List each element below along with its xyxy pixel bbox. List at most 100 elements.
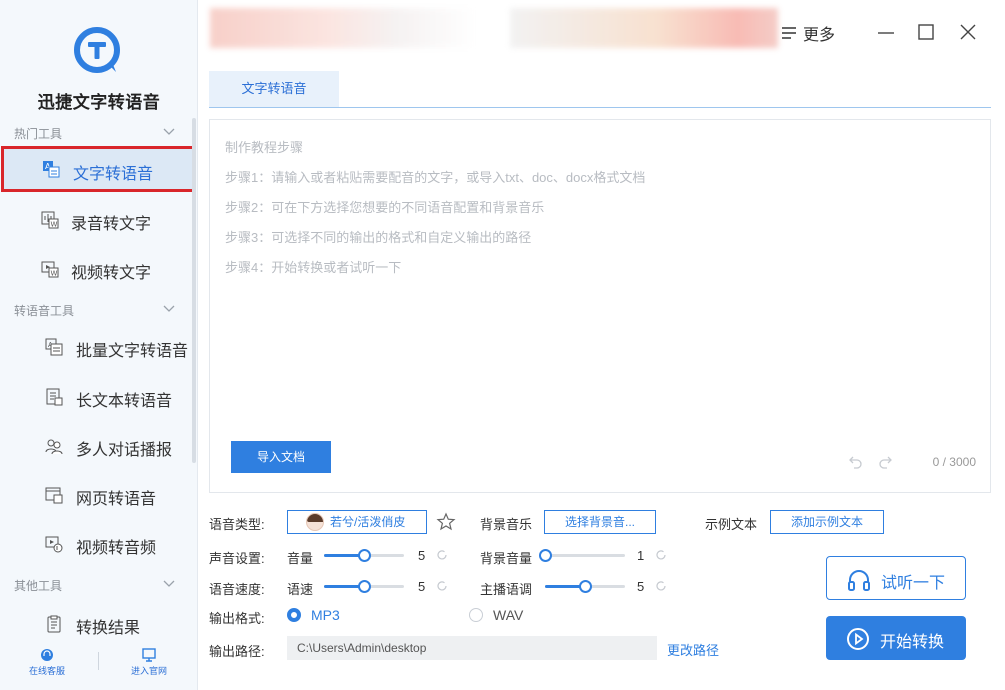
sidebar-item-dialogue[interactable]: 多人对话播报 [0,423,196,469]
minimize-icon[interactable] [876,22,896,42]
start-conversion-label: 开始转换 [880,634,945,651]
sidebar-item-video-to-text[interactable]: W 视频转文字 [0,246,196,292]
footer-divider [98,652,99,670]
tab-text-to-speech[interactable]: 文字转语音 [209,71,339,107]
select-background-music-button[interactable]: 选择背景音... [544,510,656,534]
reset-icon[interactable] [436,549,448,561]
more-menu-button[interactable]: 更多 [781,22,835,44]
video-to-audio-icon [45,536,63,553]
online-support-link[interactable]: 在线客服 [17,648,77,677]
redo-icon[interactable] [877,454,893,470]
character-counter: 0 / 3000 [932,455,976,469]
maximize-icon[interactable] [916,22,936,42]
sidebar-item-label: 转换结果 [76,620,141,637]
blurred-banner-right [510,8,778,48]
section-hot-tools[interactable]: 热门工具 [0,121,198,145]
batch-tts-icon: A [45,338,63,356]
app-logo-icon [74,27,120,73]
sidebar-item-results[interactable]: 转换结果 [0,601,196,647]
add-sample-text-button[interactable]: 添加示例文本 [770,510,884,534]
volume-value: 5 [418,548,426,563]
speech-speed-label: 语音速度: [209,582,265,597]
svg-text:W: W [51,221,58,229]
guide-step-3: 步骤3：可选择不同的输出的格式和自定义输出的路径 [225,230,532,245]
chevron-down-icon [163,580,175,587]
sidebar-item-label: 文字转语音 [73,166,154,183]
speed-slider[interactable] [324,580,404,593]
reset-icon[interactable] [655,549,667,561]
video-to-text-icon: W [41,261,59,278]
sidebar-item-label: 批量文字转语音 [76,343,189,360]
speed-value: 5 [418,579,426,594]
undo-icon[interactable] [848,454,864,470]
volume-slider[interactable] [324,549,404,562]
volume-label: 音量 [287,551,314,566]
sidebar: 迅捷文字转语音 热门工具 A 文字转语音 W 录音转文字 W 视频转文字 转语音… [0,0,198,690]
menu-lines-icon [782,27,796,39]
output-path-label: 输出路径: [209,644,265,659]
sidebar-item-batch-tts[interactable]: A 批量文字转语音 [0,324,196,370]
output-path-field[interactable]: C:\Users\Admin\desktop [287,636,657,660]
sidebar-item-label: 网页转语音 [76,491,157,508]
speed-sub-label: 语速 [287,582,314,597]
chevron-down-icon [163,305,175,312]
format-wav-label[interactable]: WAV [493,607,523,623]
background-volume-slider-knob[interactable] [539,549,552,562]
background-volume-label: 背景音量 [480,551,533,566]
favorite-star-icon[interactable] [436,512,456,532]
background-volume-value: 1 [637,548,645,563]
sample-text-label: 示例文本 [705,517,758,532]
section-label: 转语音工具 [14,304,75,318]
tab-underline [209,107,991,108]
support-icon [41,649,53,661]
online-support-label: 在线客服 [28,666,65,676]
text-to-speech-icon: A [43,161,60,178]
sidebar-scrollbar[interactable] [192,118,196,463]
start-conversion-button[interactable]: 开始转换 [826,616,966,660]
section-other-tools[interactable]: 其他工具 [0,573,198,597]
voice-type-label: 语音类型: [209,517,265,532]
change-path-link[interactable]: 更改路径 [667,640,719,659]
text-input-area[interactable]: 制作教程步骤 步骤1：请输入或者粘贴需要配音的文字，或导入txt、doc、doc… [209,119,991,493]
official-website-link[interactable]: 进入官网 [119,648,179,677]
monitor-icon [142,648,156,662]
format-mp3-label[interactable]: MP3 [311,607,340,623]
sidebar-item-text-to-speech[interactable]: A 文字转语音 [1,146,196,192]
tone-slider-knob[interactable] [579,580,592,593]
background-music-label: 背景音乐 [480,517,533,532]
speed-slider-knob[interactable] [358,580,371,593]
sidebar-item-label: 视频转文字 [71,265,152,282]
tone-value: 5 [637,579,645,594]
webpage-icon [45,487,63,504]
close-icon[interactable] [958,22,978,42]
svg-text:W: W [51,270,58,278]
format-mp3-radio[interactable] [287,608,301,622]
guide-step-2: 步骤2：可在下方选择您想要的不同语音配置和背景音乐 [225,200,545,215]
reset-icon[interactable] [436,580,448,592]
tone-slider[interactable] [545,580,625,593]
dialogue-icon [45,439,63,455]
reset-icon[interactable] [655,580,667,592]
guide-title: 制作教程步骤 [225,140,304,155]
play-circle-icon [847,628,869,650]
sidebar-item-label: 多人对话播报 [76,442,173,459]
sidebar-item-long-text[interactable]: 长文本转语音 [0,374,196,420]
sidebar-item-label: 视频转音频 [76,540,157,557]
import-document-button[interactable]: 导入文档 [231,441,331,473]
app-name: 迅捷文字转语音 [37,93,161,112]
voice-avatar [306,513,324,531]
format-wav-radio[interactable] [469,608,483,622]
section-label: 其他工具 [14,579,63,593]
section-tts-tools[interactable]: 转语音工具 [0,298,198,322]
sidebar-item-audio-to-text[interactable]: W 录音转文字 [0,197,196,243]
sidebar-item-video-to-audio[interactable]: 视频转音频 [0,521,196,567]
chevron-down-icon [163,128,175,135]
preview-listen-label: 试听一下 [881,575,946,592]
voice-select-button[interactable]: 若兮/活泼俏皮 [287,510,427,534]
sidebar-item-webpage[interactable]: 网页转语音 [0,472,196,518]
voice-name: 若兮/活泼俏皮 [330,515,406,529]
more-label: 更多 [803,27,836,44]
volume-slider-knob[interactable] [358,549,371,562]
background-volume-slider[interactable] [539,549,625,562]
preview-listen-button[interactable]: 试听一下 [826,556,966,600]
